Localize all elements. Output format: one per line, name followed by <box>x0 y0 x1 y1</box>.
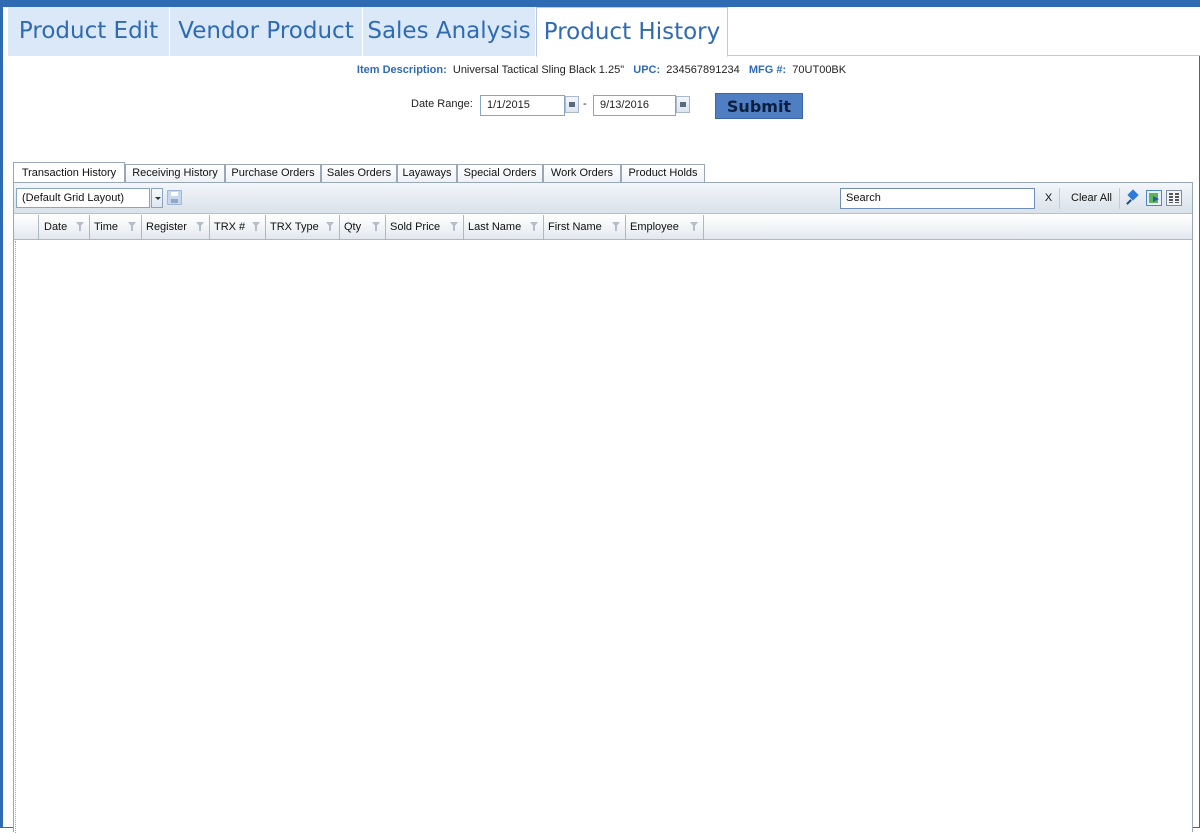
transaction-grid-panel: (Default Grid Layout) Search X Clear All… <box>13 182 1193 833</box>
filter-icon[interactable] <box>530 222 539 232</box>
app-window: Product Edit Vendor Product Sales Analys… <box>0 0 1200 833</box>
upc-label: UPC: <box>633 64 661 76</box>
column-header-trx-number[interactable]: TRX # <box>210 215 266 239</box>
date-separator: - <box>583 98 587 110</box>
tab-vendor-product[interactable]: Vendor Product <box>170 7 363 56</box>
filter-icon[interactable] <box>76 222 85 232</box>
tab-product-holds[interactable]: Product Holds <box>621 164 705 182</box>
grid-toolbar: (Default Grid Layout) Search X Clear All <box>14 183 1192 214</box>
column-label: Qty <box>344 221 362 233</box>
column-header-time[interactable]: Time <box>90 215 142 239</box>
column-chooser-icon[interactable] <box>1166 190 1182 206</box>
filter-icon[interactable] <box>690 222 699 232</box>
column-label: Employee <box>630 221 679 233</box>
submit-button[interactable]: Submit <box>715 93 803 119</box>
filter-icon[interactable] <box>450 222 459 232</box>
column-label: TRX Type <box>270 221 319 233</box>
tab-layaways[interactable]: Layaways <box>397 164 457 182</box>
item-description-label: Item Description: <box>356 64 447 76</box>
history-tab-bar: Transaction History Receiving History Pu… <box>13 162 1200 183</box>
column-label: Sold Price <box>390 221 441 233</box>
main-tab-bar: Product Edit Vendor Product Sales Analys… <box>8 7 1200 57</box>
mfg-value: 70UT00BK <box>792 64 847 76</box>
chevron-down-icon[interactable] <box>151 188 163 208</box>
tab-sales-analysis[interactable]: Sales Analysis <box>363 7 536 56</box>
grid-layout-select[interactable]: (Default Grid Layout) <box>16 188 150 208</box>
tab-product-history[interactable]: Product History <box>536 7 728 57</box>
item-info-line: Item Description: Universal Tactical Sli… <box>3 64 1200 76</box>
filter-icon[interactable] <box>128 222 137 232</box>
column-header-first-name[interactable]: First Name <box>544 215 626 239</box>
column-header-date[interactable]: Date <box>40 215 90 239</box>
end-date-input[interactable]: 9/13/2016 <box>593 95 676 116</box>
save-layout-icon[interactable] <box>167 190 182 205</box>
filter-icon[interactable] <box>326 222 335 232</box>
filter-icon[interactable] <box>372 222 381 232</box>
export-icon[interactable] <box>1146 190 1162 206</box>
column-label: Last Name <box>468 221 522 233</box>
clear-all-button[interactable]: Clear All <box>1064 188 1120 209</box>
column-header-qty[interactable]: Qty <box>340 215 386 239</box>
row-indicator-header <box>14 215 39 239</box>
filter-icon[interactable] <box>196 222 205 232</box>
tab-work-orders[interactable]: Work Orders <box>543 164 621 182</box>
item-description-value: Universal Tactical Sling Black 1.25" <box>452 64 625 76</box>
start-date-input[interactable]: 1/1/2015 <box>480 95 565 116</box>
tab-purchase-orders[interactable]: Purchase Orders <box>225 164 321 182</box>
end-calendar-icon[interactable] <box>676 96 690 113</box>
column-label: Register <box>146 221 187 233</box>
grid-body[interactable] <box>14 241 1192 833</box>
tab-sales-orders[interactable]: Sales Orders <box>321 164 397 182</box>
tab-transaction-history[interactable]: Transaction History <box>13 162 125 183</box>
date-range-label: Date Range: <box>411 98 473 110</box>
search-input[interactable]: Search <box>840 188 1035 209</box>
column-header-trx-type[interactable]: TRX Type <box>266 215 340 239</box>
grid-column-headers: Date Time Register TRX # TRX Type Qty So… <box>14 215 1192 240</box>
column-label: TRX # <box>214 221 246 233</box>
pin-icon[interactable] <box>1126 190 1142 206</box>
column-label: Date <box>44 221 68 233</box>
filter-icon[interactable] <box>612 222 621 232</box>
tab-product-edit[interactable]: Product Edit <box>8 7 170 56</box>
column-label: Time <box>94 221 119 233</box>
mfg-label: MFG #: <box>748 64 787 76</box>
column-header-register[interactable]: Register <box>142 215 210 239</box>
column-header-employee[interactable]: Employee <box>626 215 704 239</box>
tab-special-orders[interactable]: Special Orders <box>457 164 543 182</box>
start-calendar-icon[interactable] <box>565 96 579 113</box>
column-header-sold-price[interactable]: Sold Price <box>386 215 464 239</box>
upc-value: 234567891234 <box>666 64 740 76</box>
date-range-row: Date Range: 1/1/2015 - 9/13/2016 Submit <box>3 93 1200 121</box>
filter-icon[interactable] <box>252 222 261 232</box>
tab-receiving-history[interactable]: Receiving History <box>125 164 225 182</box>
clear-search-button[interactable]: X <box>1038 188 1060 209</box>
column-label: First Name <box>548 221 602 233</box>
column-header-last-name[interactable]: Last Name <box>464 215 544 239</box>
